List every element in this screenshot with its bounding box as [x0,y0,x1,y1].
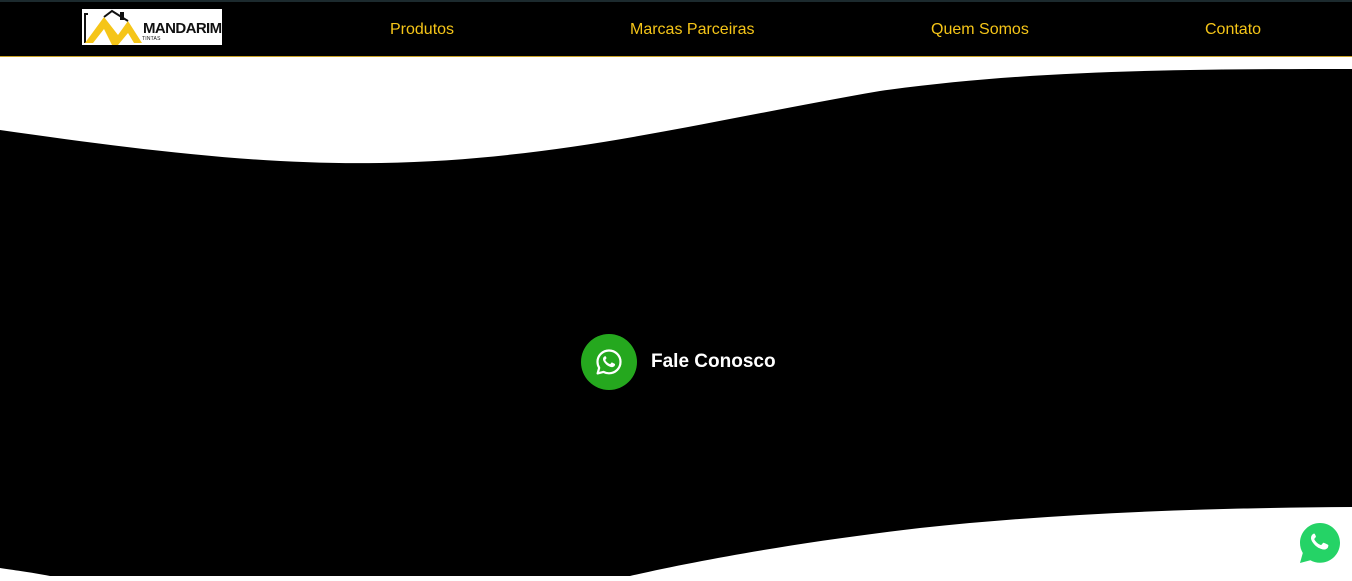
site-header: MANDARIM TINTAS Produtos Marcas Parceira… [0,0,1352,57]
hero-wave-background [0,69,1352,576]
nav-link-produtos[interactable]: Produtos [390,20,454,40]
nav-link-marcas-parceiras[interactable]: Marcas Parceiras [630,20,754,40]
brand-logo[interactable]: MANDARIM TINTAS [82,9,222,45]
fale-conosco-button[interactable]: Fale Conosco [581,334,776,390]
nav-link-contato[interactable]: Contato [1205,20,1261,40]
nav-link-quem-somos[interactable]: Quem Somos [931,20,1029,40]
whatsapp-icon [581,334,637,390]
floating-whatsapp-button[interactable] [1298,521,1342,565]
logo-wordmark: MANDARIM [143,20,222,37]
whatsapp-icon [1300,523,1340,563]
hero-section [0,57,1352,576]
fale-conosco-label: Fale Conosco [651,351,776,372]
logo-subtext: TINTAS [142,36,161,42]
